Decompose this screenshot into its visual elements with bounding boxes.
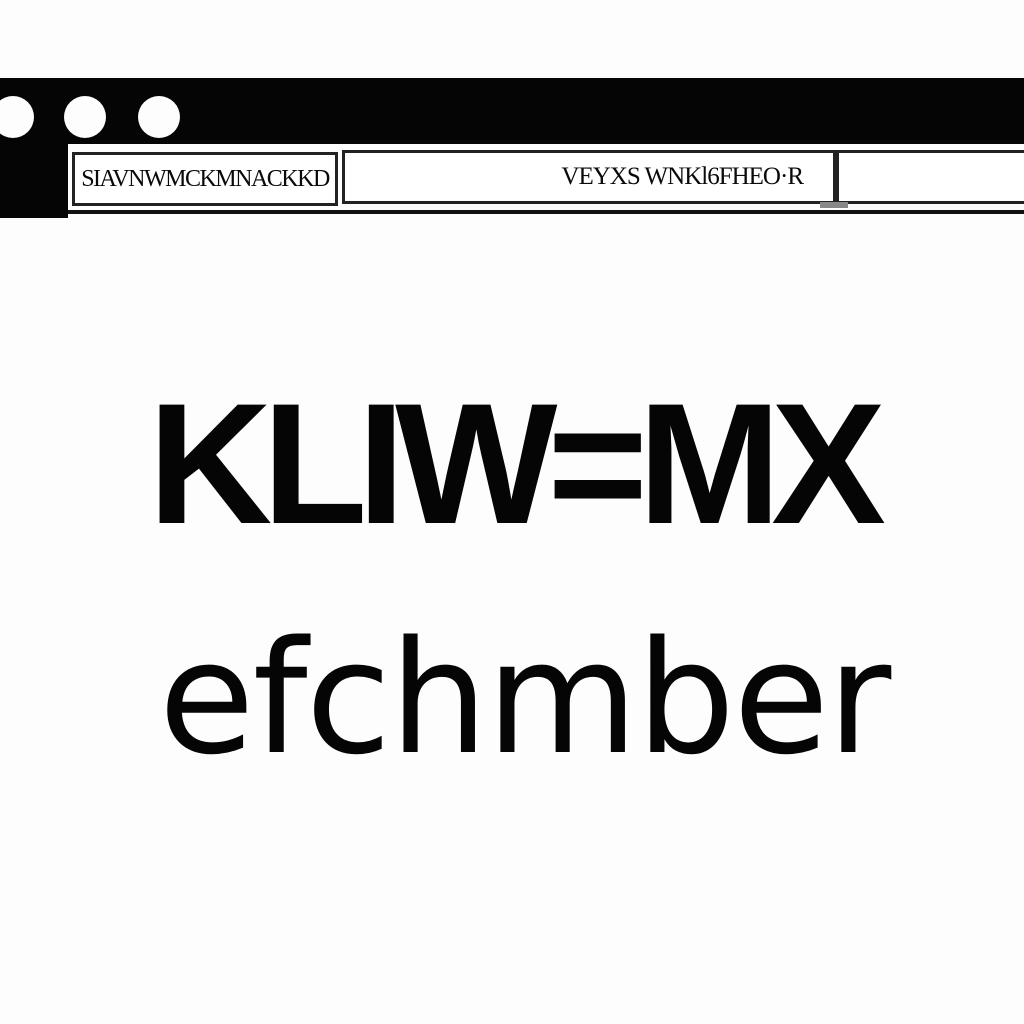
text-cursor-mark xyxy=(820,202,848,208)
maximize-window-button[interactable] xyxy=(138,96,180,138)
page-subheading: efchmber xyxy=(158,607,892,789)
search-bar[interactable]: VEYXS WNKl6FHEO·R xyxy=(342,150,836,204)
search-text: VEYXS WNKl6FHEO·R xyxy=(561,163,804,190)
toolbar-extra-field[interactable] xyxy=(836,150,1024,204)
toolbar-left-edge xyxy=(0,144,68,218)
address-text: SIAVNWMCKMNACKKD xyxy=(81,165,330,192)
page-headline: KLIW=MX xyxy=(148,368,886,560)
toolbar-divider xyxy=(68,210,1024,214)
address-bar[interactable]: SIAVNWMCKMNACKKD xyxy=(72,152,338,206)
browser-window: SIAVNWMCKMNACKKD VEYXS WNKl6FHEO·R KLIW=… xyxy=(0,0,1024,1024)
minimize-window-button[interactable] xyxy=(64,96,106,138)
